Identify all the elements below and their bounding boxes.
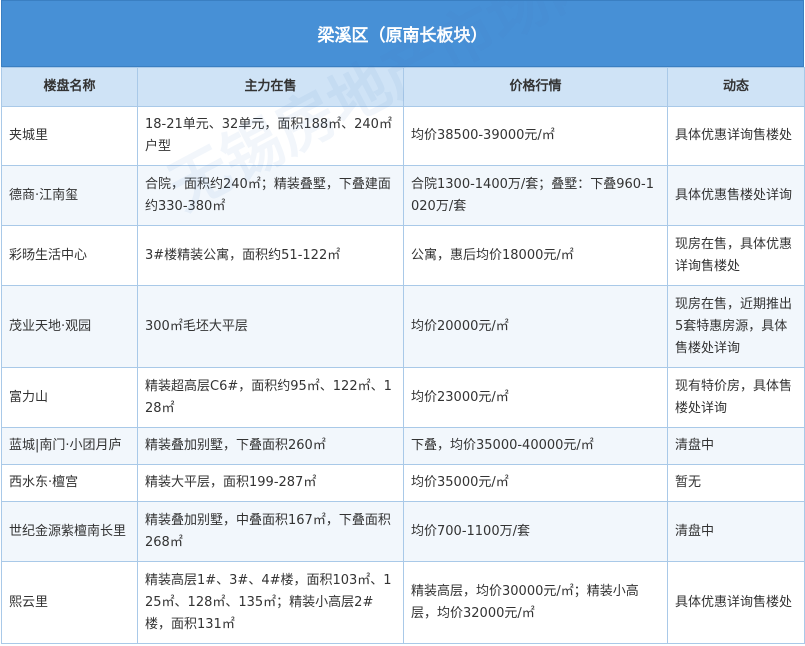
table-row: 富力山 精装超高层C6#，面积约95㎡、122㎡、128㎡ 均价23000元/㎡… (1, 367, 805, 428)
cell-price: 均价700-1100万/套 (403, 501, 668, 562)
cell-main-supply: 300㎡毛坯大平层 (137, 285, 404, 368)
table-row: 夹城里 18-21单元、32单元，面积188㎡、240㎡户型 均价38500-3… (1, 106, 805, 166)
cell-main-supply: 精装大平层，面积199-287㎡ (137, 464, 404, 502)
cell-price: 公寓，惠后均价18000元/㎡ (403, 225, 668, 286)
cell-main-supply: 精装高层1#、3#、4#楼，面积103㎡、125㎡、128㎡、135㎡；精装小高… (137, 561, 404, 644)
table-row: 彩旸生活中心 3#楼精装公寓，面积约51-122㎡ 公寓，惠后均价18000元/… (1, 225, 805, 286)
cell-price: 均价35000元/㎡ (403, 464, 668, 502)
cell-project-name: 德商·江南玺 (1, 165, 138, 226)
table-row: 世纪金源紫檀南长里 精装叠加别墅，中叠面积167㎡，下叠面积268㎡ 均价700… (1, 501, 805, 562)
column-header-supply: 主力在售 (137, 67, 404, 107)
cell-status: 现有特价房，具体售楼处详询 (667, 367, 805, 428)
cell-status: 暂无 (667, 464, 805, 502)
cell-status: 现房在售，近期推出5套特惠房源，具体售楼处详询 (667, 285, 805, 368)
cell-main-supply: 精装超高层C6#，面积约95㎡、122㎡、128㎡ (137, 367, 404, 428)
cell-status: 现房在售，具体优惠详询售楼处 (667, 225, 805, 286)
cell-main-supply: 精装叠加别墅，中叠面积167㎡，下叠面积268㎡ (137, 501, 404, 562)
cell-project-name: 西水东·檀宫 (1, 464, 138, 502)
cell-project-name: 富力山 (1, 367, 138, 428)
cell-price: 精装高层，均价30000元/㎡；精装小高层，均价32000元/㎡ (403, 561, 668, 644)
cell-status: 清盘中 (667, 427, 805, 465)
cell-project-name: 茂业天地·观园 (1, 285, 138, 368)
cell-price: 均价23000元/㎡ (403, 367, 668, 428)
cell-project-name: 夹城里 (1, 106, 138, 166)
table-row: 茂业天地·观园 300㎡毛坯大平层 均价20000元/㎡ 现房在售，近期推出5套… (1, 285, 805, 368)
cell-price: 均价20000元/㎡ (403, 285, 668, 368)
column-header-price: 价格行情 (403, 67, 668, 107)
column-header-name: 楼盘名称 (1, 67, 138, 107)
table-row: 蓝城|南门·小团月庐 精装叠加别墅，下叠面积260㎡ 下叠，均价35000-40… (1, 427, 805, 465)
listing-table-container: 梁溪区（原南长板块） 楼盘名称 主力在售 价格行情 动态 夹城里 18-21单元… (1, 0, 805, 644)
header-row: 楼盘名称 主力在售 价格行情 动态 (1, 67, 805, 107)
table-row: 西水东·檀宫 精装大平层，面积199-287㎡ 均价35000元/㎡ 暂无 (1, 464, 805, 502)
cell-status: 清盘中 (667, 501, 805, 562)
cell-main-supply: 合院，面积约240㎡；精装叠墅，下叠建面约330-380㎡ (137, 165, 404, 226)
cell-price: 合院1300-1400万/套；叠墅：下叠960-1020万/套 (403, 165, 668, 226)
cell-status: 具体优惠售楼处详询 (667, 165, 805, 226)
listing-table: 楼盘名称 主力在售 价格行情 动态 夹城里 18-21单元、32单元，面积188… (1, 67, 805, 644)
table-row: 熙云里 精装高层1#、3#、4#楼，面积103㎡、125㎡、128㎡、135㎡；… (1, 561, 805, 644)
table-row: 德商·江南玺 合院，面积约240㎡；精装叠墅，下叠建面约330-380㎡ 合院1… (1, 165, 805, 226)
cell-project-name: 世纪金源紫檀南长里 (1, 501, 138, 562)
cell-price: 均价38500-39000元/㎡ (403, 106, 668, 166)
cell-project-name: 熙云里 (1, 561, 138, 644)
cell-status: 具体优惠详询售楼处 (667, 561, 805, 644)
cell-status: 具体优惠详询售楼处 (667, 106, 805, 166)
cell-main-supply: 精装叠加别墅，下叠面积260㎡ (137, 427, 404, 465)
column-header-status: 动态 (667, 67, 805, 107)
cell-main-supply: 3#楼精装公寓，面积约51-122㎡ (137, 225, 404, 286)
cell-project-name: 彩旸生活中心 (1, 225, 138, 286)
cell-project-name: 蓝城|南门·小团月庐 (1, 427, 138, 465)
table-title: 梁溪区（原南长板块） (1, 0, 804, 67)
cell-main-supply: 18-21单元、32单元，面积188㎡、240㎡户型 (137, 106, 404, 166)
cell-price: 下叠，均价35000-40000元/㎡ (403, 427, 668, 465)
